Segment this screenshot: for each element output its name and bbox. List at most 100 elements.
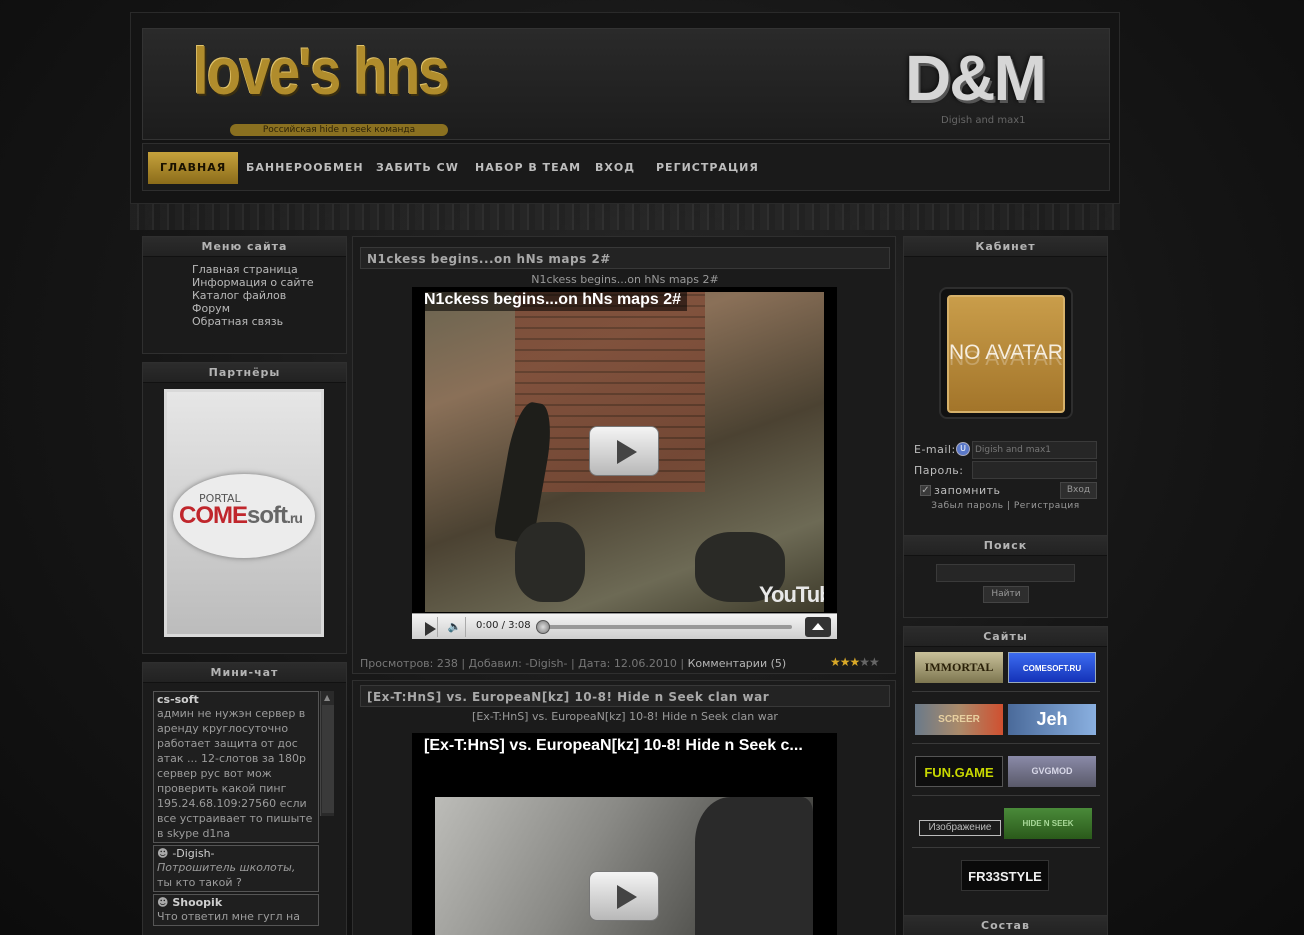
cabinet-block: Кабинет NO AVATAR E-mail: U Digish and m… (903, 236, 1108, 539)
progress-knob[interactable] (536, 620, 550, 634)
menu-item-home[interactable]: Главная страница (192, 263, 346, 276)
video-title[interactable]: N1ckess begins...on hNs maps 2# (418, 289, 687, 311)
play-icon (425, 622, 436, 636)
header-banner: love's hns Российская hide n seek команд… (142, 28, 1110, 140)
chat-text: Что ответил мне гугл на (157, 910, 300, 923)
sites-divider (912, 743, 1100, 744)
site-banner-screer[interactable]: SCREER (915, 704, 1003, 735)
email-label: E-mail: (914, 443, 956, 456)
play-button[interactable] (589, 426, 659, 476)
page-wrapper: love's hns Российская hide n seek команд… (130, 12, 1120, 935)
nav-item-home[interactable]: ГЛАВНАЯ (148, 152, 239, 184)
search-input[interactable] (936, 564, 1075, 582)
nav-item-login[interactable]: ВХОД (583, 152, 647, 184)
control-play-button[interactable] (416, 617, 438, 637)
user-icon: ☻ (157, 896, 169, 909)
sites-divider (912, 691, 1100, 692)
chat-username[interactable]: cs-soft (157, 693, 315, 706)
youtube-logo[interactable]: YouTube (759, 582, 824, 608)
partner-name-grey: soft (247, 502, 288, 529)
user-id-icon: U (956, 442, 970, 456)
user-icon: ☻ (157, 847, 169, 860)
site-menu-list: Главная страница Информация о сайте Ката… (143, 257, 346, 328)
password-field[interactable] (972, 461, 1097, 479)
login-button[interactable]: Вход (1060, 482, 1097, 499)
remember-checkbox[interactable]: ✓ (920, 485, 931, 496)
roster-title: Состав (904, 916, 1107, 935)
avatar-image: NO AVATAR (947, 295, 1065, 413)
expand-button[interactable] (805, 617, 831, 637)
chat-text: ты кто такой ? (157, 876, 242, 889)
roster-block: Состав (903, 915, 1108, 935)
post-subtitle: N1ckess begins...on hNs maps 2# (531, 273, 719, 286)
nav-item-banners[interactable]: БАННЕРООБМЕН (234, 152, 376, 184)
site-banner-broken-image[interactable]: Изображение (919, 820, 1001, 836)
menu-item-files[interactable]: Каталог файлов (192, 289, 346, 302)
rating-stars[interactable]: ★★★★★ (830, 655, 880, 669)
site-menu-block: Меню сайта Главная страница Информация о… (142, 236, 347, 354)
nav-item-team[interactable]: НАБОР В TEAM (463, 152, 593, 184)
partners-title: Партнёры (143, 363, 346, 383)
forgot-password-link[interactable]: Забыл пароль (931, 501, 1003, 511)
site-banner-comesoft[interactable]: COMESOFT.RU (1008, 652, 1096, 683)
star-on-icon[interactable]: ★★★ (830, 655, 860, 669)
nav-item-register[interactable]: РЕГИСТРАЦИЯ (644, 152, 771, 184)
menu-item-about[interactable]: Информация о сайте (192, 276, 346, 289)
chat-text: админ не нужэн сервер в аренду круглосут… (157, 707, 313, 840)
partner-logo: PORTAL COMEsoft.ru (173, 474, 315, 558)
chat-scroll-thumb[interactable] (322, 705, 334, 813)
password-label: Пароль: (914, 464, 964, 477)
site-header: love's hns Российская hide n seek команд… (130, 12, 1120, 204)
partner-banner-comesoft[interactable]: PORTAL COMEsoft.ru (164, 389, 324, 637)
volume-icon[interactable]: 🔈 (444, 617, 466, 637)
site-banner-hidenseek[interactable]: HIDE N SEEK (1004, 808, 1092, 839)
comments-link[interactable]: Комментарии (5) (688, 657, 787, 670)
post-block-1: N1ckess begins...on hNs maps 2# N1ckess … (352, 236, 896, 674)
video-player[interactable]: YouTube N1ckess begins...on hNs maps 2# … (412, 287, 837, 639)
menu-item-feedback[interactable]: Обратная связь (192, 315, 346, 328)
post-meta-text: Просмотров: 238 | Добавил: -Digish- | Да… (360, 657, 685, 670)
play-button[interactable] (589, 871, 659, 921)
chat-username[interactable]: ☻ Shoopik (157, 896, 315, 909)
site-logo[interactable]: love's hns (193, 33, 450, 109)
nav-item-cw[interactable]: ЗАБИТЬ CW (364, 152, 471, 184)
register-link[interactable]: Регистрация (1014, 501, 1080, 511)
chat-scrollbar[interactable]: ▲ (320, 691, 334, 816)
video-title[interactable]: [Ex-T:HnS] vs. EuropeaN[kz] 10-8! Hide n… (418, 735, 809, 757)
remember-label: запомнить (934, 484, 1001, 497)
header-divider-strip (130, 204, 1120, 230)
partners-block: Партнёры PORTAL COMEsoft.ru (142, 362, 347, 654)
video-controls: 🔈 0:00 / 3:08 (412, 613, 837, 639)
scroll-up-icon[interactable]: ▲ (324, 693, 330, 702)
site-banner-immortal[interactable]: IMMORTAL (915, 652, 1003, 683)
email-field[interactable]: Digish and max1 (972, 441, 1097, 459)
chat-message: ☻ Shoopik Что ответил мне гугл на (153, 894, 319, 926)
video-frame[interactable]: YouTube (425, 292, 824, 612)
partner-name: COMEsoft.ru (179, 502, 303, 530)
chat-username-text: -Digish- (172, 847, 215, 860)
main-nav: ГЛАВНАЯ БАННЕРООБМЕН ЗАБИТЬ CW НАБОР В T… (142, 143, 1110, 191)
chat-username[interactable]: ☻ -Digish- (157, 847, 315, 860)
avatar[interactable]: NO AVATAR (939, 287, 1073, 419)
site-menu-title: Меню сайта (143, 237, 346, 257)
site-banner-fungame[interactable]: FUN.GAME (915, 756, 1003, 787)
video-frame[interactable] (435, 797, 813, 935)
post-title[interactable]: [Ex-T:HnS] vs. EuropeaN[kz] 10-8! Hide n… (360, 685, 890, 707)
search-button[interactable]: Найти (983, 586, 1029, 603)
post-title[interactable]: N1ckess begins...on hNs maps 2# (360, 247, 890, 269)
video-player[interactable]: [Ex-T:HnS] vs. EuropeaN[kz] 10-8! Hide n… (412, 733, 837, 935)
link-separator: | (1006, 501, 1011, 511)
site-banner-fr33style[interactable]: FR33STYLE (961, 860, 1049, 891)
site-banner-gvgmod[interactable]: GVGMOD (1008, 756, 1096, 787)
mini-chat-title: Мини-чат (143, 663, 346, 683)
mini-chat-block: Мини-чат cs-soft админ не нужэн сервер в… (142, 662, 347, 935)
chat-text-italic: Потрошитель школоты, (157, 861, 296, 874)
menu-item-forum[interactable]: Форум (192, 302, 346, 315)
video-progress[interactable] (536, 620, 792, 634)
sites-divider (912, 847, 1100, 848)
site-banner-jeh[interactable]: Jeh (1008, 704, 1096, 735)
star-off-icon[interactable]: ★★ (859, 655, 879, 669)
player-figure-shape (695, 797, 813, 935)
post-block-2: [Ex-T:HnS] vs. EuropeaN[kz] 10-8! Hide n… (352, 680, 896, 935)
sites-title: Сайты (904, 627, 1107, 647)
